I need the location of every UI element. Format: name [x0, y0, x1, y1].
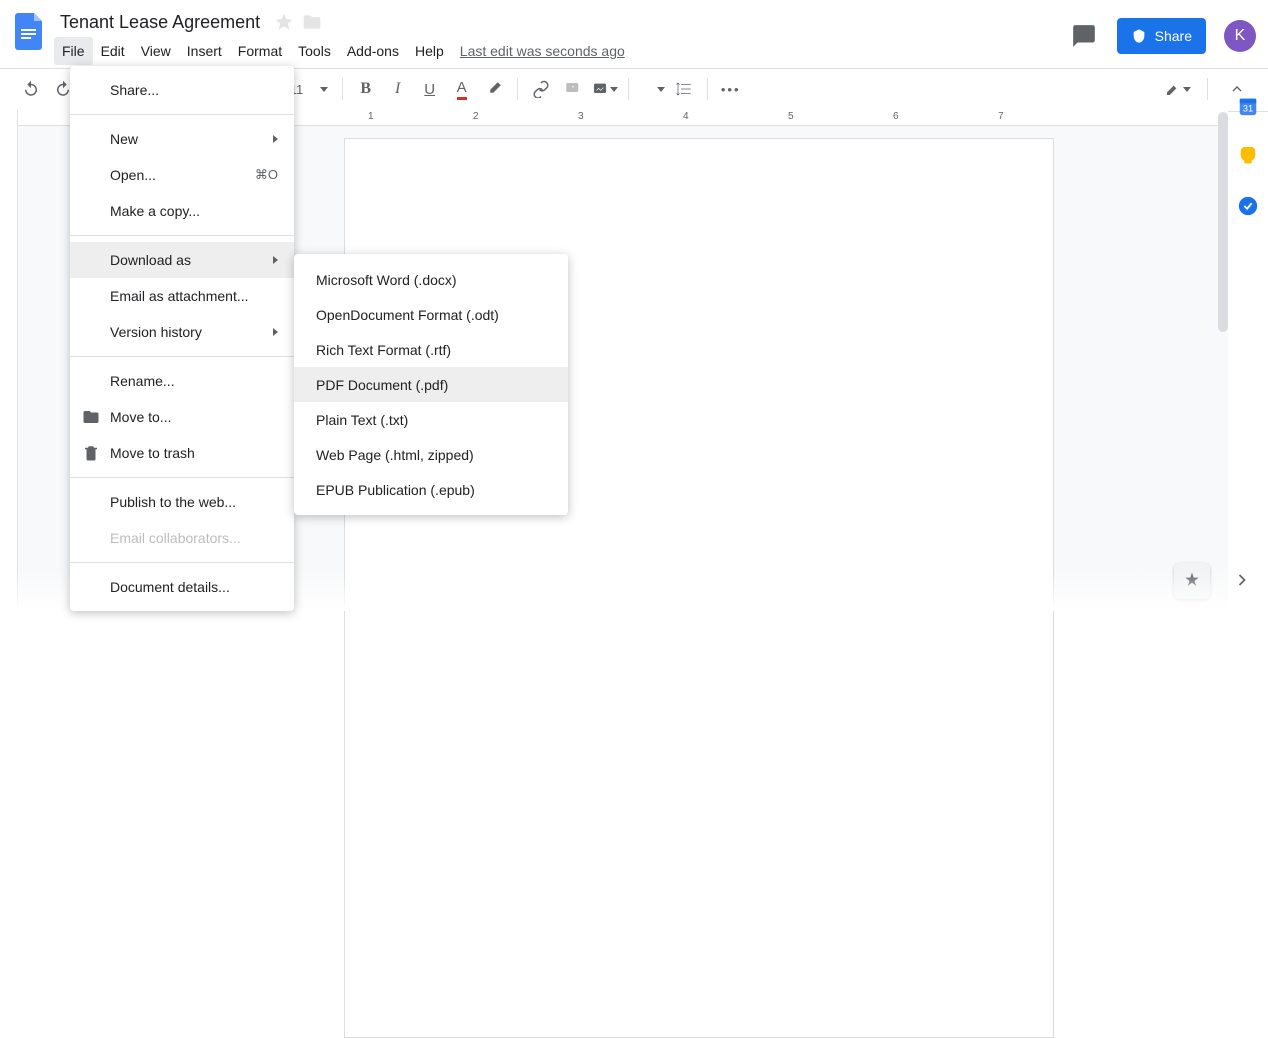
download-pdf[interactable]: PDF Document (.pdf): [294, 367, 568, 402]
star-icon[interactable]: [274, 12, 294, 32]
file-make-copy[interactable]: Make a copy...: [70, 193, 294, 229]
download-rtf[interactable]: Rich Text Format (.rtf): [294, 332, 568, 367]
text-color-icon[interactable]: A: [449, 76, 475, 102]
keep-icon[interactable]: [1236, 144, 1260, 168]
file-share[interactable]: Share...: [70, 72, 294, 108]
menu-addons[interactable]: Add-ons: [339, 37, 407, 65]
menu-format[interactable]: Format: [230, 37, 290, 65]
vertical-ruler: [0, 110, 18, 611]
titlebar: Tenant Lease Agreement File Edit View In…: [0, 0, 1268, 66]
file-email-attachment[interactable]: Email as attachment...: [70, 278, 294, 314]
file-rename[interactable]: Rename...: [70, 363, 294, 399]
file-version-history[interactable]: Version history: [70, 314, 294, 350]
svg-text:31: 31: [1243, 104, 1253, 114]
scrollbar-thumb[interactable]: [1218, 112, 1228, 332]
menu-view[interactable]: View: [133, 37, 179, 65]
download-odt[interactable]: OpenDocument Format (.odt): [294, 297, 568, 332]
bold-icon[interactable]: B: [353, 76, 379, 102]
calendar-icon[interactable]: 31: [1236, 94, 1260, 118]
tasks-icon[interactable]: [1236, 194, 1260, 218]
folder-icon: [82, 408, 100, 426]
chevron-right-icon: [273, 256, 278, 264]
download-txt[interactable]: Plain Text (.txt): [294, 402, 568, 437]
file-download-as[interactable]: Download as: [70, 242, 294, 278]
editing-mode-icon[interactable]: [1165, 76, 1191, 102]
insert-link-icon[interactable]: [528, 76, 554, 102]
chevron-right-icon[interactable]: [1232, 570, 1252, 595]
align-icon[interactable]: [639, 76, 665, 102]
download-docx[interactable]: Microsoft Word (.docx): [294, 262, 568, 297]
undo-icon[interactable]: [18, 76, 44, 102]
menu-help[interactable]: Help: [407, 37, 452, 65]
file-document-details[interactable]: Document details...: [70, 569, 294, 605]
file-menu-dropdown: Share... New Open...⌘O Make a copy... Do…: [70, 66, 294, 611]
chevron-right-icon: [273, 135, 278, 143]
file-new[interactable]: New: [70, 121, 294, 157]
file-email-collab: Email collaborators...: [70, 520, 294, 556]
download-epub[interactable]: EPUB Publication (.epub): [294, 472, 568, 507]
highlight-icon[interactable]: [481, 76, 507, 102]
insert-image-icon[interactable]: [592, 76, 618, 102]
line-spacing-icon[interactable]: [671, 76, 697, 102]
trash-icon: [82, 444, 100, 462]
more-icon[interactable]: •••: [718, 76, 744, 102]
explore-button[interactable]: [1174, 563, 1210, 599]
menu-edit[interactable]: Edit: [93, 37, 133, 65]
download-html[interactable]: Web Page (.html, zipped): [294, 437, 568, 472]
folder-icon[interactable]: [302, 12, 322, 32]
last-edit-link[interactable]: Last edit was seconds ago: [460, 43, 625, 59]
insert-comment-icon[interactable]: [560, 76, 586, 102]
file-publish[interactable]: Publish to the web...: [70, 484, 294, 520]
docs-logo-icon[interactable]: [12, 12, 48, 52]
menu-bar: File Edit View Insert Format Tools Add-o…: [54, 36, 1069, 66]
download-submenu: Microsoft Word (.docx) OpenDocument Form…: [294, 254, 568, 515]
side-panel: 31: [1228, 70, 1268, 218]
file-open[interactable]: Open...⌘O: [70, 157, 294, 193]
share-label: Share: [1155, 28, 1192, 44]
menu-tools[interactable]: Tools: [290, 37, 339, 65]
doc-title[interactable]: Tenant Lease Agreement: [54, 10, 266, 35]
share-button[interactable]: Share: [1117, 18, 1206, 54]
italic-icon[interactable]: I: [385, 76, 411, 102]
menu-insert[interactable]: Insert: [179, 37, 230, 65]
comments-icon[interactable]: [1069, 21, 1099, 51]
chevron-right-icon: [273, 328, 278, 336]
avatar[interactable]: K: [1224, 20, 1256, 52]
file-move-to[interactable]: Move to...: [70, 399, 294, 435]
file-move-trash[interactable]: Move to trash: [70, 435, 294, 471]
underline-icon[interactable]: U: [417, 76, 443, 102]
menu-file[interactable]: File: [54, 37, 93, 65]
